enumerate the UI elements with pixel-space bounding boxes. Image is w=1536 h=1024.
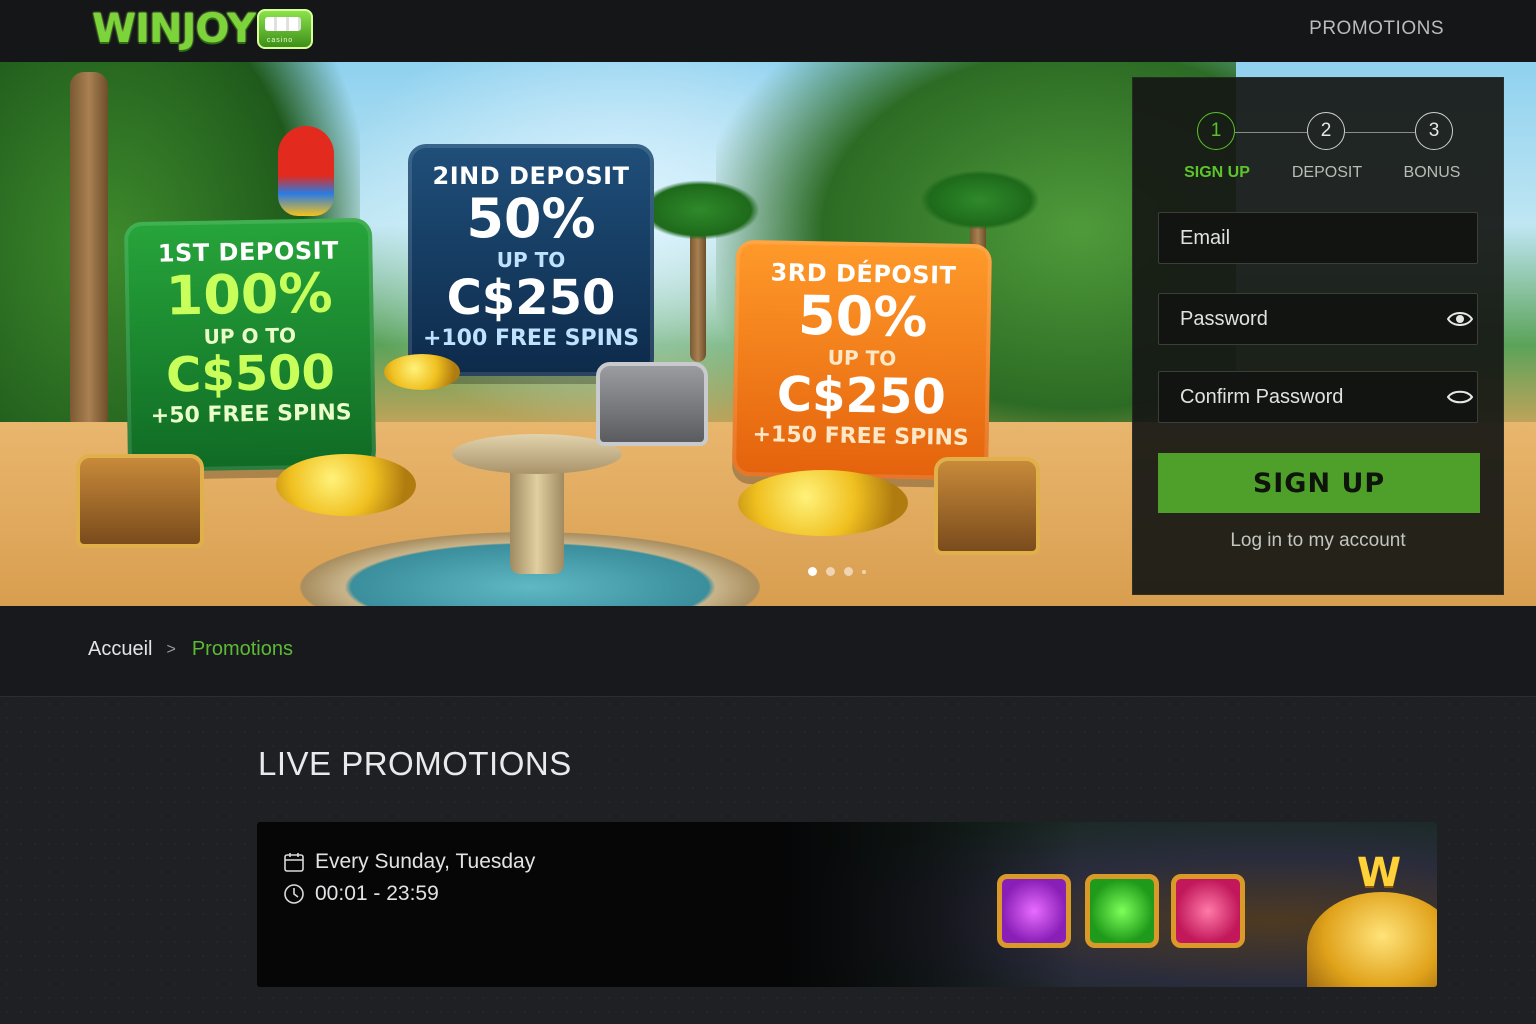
logo-text: WINJOY bbox=[92, 6, 256, 52]
promotion-time-row: 00:01 - 23:59 bbox=[283, 878, 535, 910]
promotion-info: Every Sunday, Tuesday 00:01 - 23:59 bbox=[283, 846, 535, 910]
green-gem-icon bbox=[1085, 874, 1159, 948]
eye-closed-icon-svg bbox=[1447, 390, 1473, 404]
step-3-circle: 3 bbox=[1415, 112, 1453, 150]
promotion-days-row: Every Sunday, Tuesday bbox=[283, 846, 535, 878]
breadcrumb: Accueil > Promotions bbox=[88, 638, 293, 661]
card-percent: 100% bbox=[165, 261, 334, 328]
breadcrumb-home-link[interactable]: Accueil bbox=[88, 638, 152, 661]
password-input[interactable] bbox=[1159, 293, 1447, 345]
carousel-dot[interactable] bbox=[862, 570, 866, 574]
breadcrumb-separator: > bbox=[166, 640, 176, 658]
treasure-chest-icon bbox=[934, 457, 1040, 555]
palm-leaves bbox=[920, 170, 1040, 230]
slot-machine-icon: casino bbox=[256, 9, 313, 49]
palm-leaves bbox=[640, 180, 760, 240]
gold-coins-pile bbox=[276, 454, 416, 516]
section-title: LIVE PROMOTIONS bbox=[258, 745, 572, 782]
email-input[interactable] bbox=[1159, 212, 1477, 264]
step-connector bbox=[1235, 132, 1307, 133]
pink-gem-icon bbox=[1171, 874, 1245, 948]
eye-icon[interactable] bbox=[1447, 305, 1473, 333]
breadcrumb-current: Promotions bbox=[191, 638, 293, 660]
carousel-dots bbox=[808, 567, 866, 576]
step-2-label: DEPOSIT bbox=[1291, 164, 1363, 181]
signup-panel: 1 2 3 SIGN UP DEPOSIT BONUS SIGN UP Log … bbox=[1132, 77, 1504, 595]
calendar-icon bbox=[284, 853, 304, 872]
sign-up-button[interactable]: SIGN UP bbox=[1158, 453, 1480, 513]
carousel-dot[interactable] bbox=[826, 567, 835, 576]
step-1-label: SIGN UP bbox=[1184, 164, 1250, 181]
confirm-password-field-wrapper bbox=[1158, 371, 1478, 423]
gold-coins-pile bbox=[384, 354, 460, 390]
eye-closed-icon[interactable] bbox=[1447, 383, 1473, 411]
carousel-dot[interactable] bbox=[844, 567, 853, 576]
parrot-illustration bbox=[278, 126, 334, 216]
signup-steps: 1 2 3 SIGN UP DEPOSIT BONUS bbox=[1133, 110, 1503, 190]
step-1-circle: 1 bbox=[1197, 112, 1235, 150]
card-percent: 50% bbox=[466, 187, 596, 250]
logo-subtitle: casino bbox=[266, 37, 294, 44]
top-header: WINJOY casino PROMOTIONS bbox=[0, 0, 1536, 62]
card-amount: C$500 bbox=[165, 344, 336, 404]
clock-icon bbox=[284, 884, 304, 904]
promotion-time: 00:01 - 23:59 bbox=[315, 882, 439, 905]
palm-trunk bbox=[70, 72, 108, 432]
gold-coins-pile bbox=[738, 470, 908, 536]
deposit-card-2: 2IND DEPOSIT 50% UP TO C$250 +100 FREE S… bbox=[408, 144, 654, 376]
step-2-circle: 2 bbox=[1307, 112, 1345, 150]
card-amount: C$250 bbox=[776, 366, 947, 426]
live-promotions-section: LIVE PROMOTIONS W Every Sunday, Tuesday bbox=[0, 697, 1536, 1024]
card-percent: 50% bbox=[797, 283, 928, 350]
deposit-card-3: 3RD DÉPOSIT 50% UP TO C$250 +150 FREE SP… bbox=[731, 239, 993, 481]
treasure-chest-icon bbox=[76, 454, 204, 548]
card-free-spins: +50 FREE SPINS bbox=[150, 400, 352, 429]
email-field-wrapper bbox=[1158, 212, 1478, 264]
password-field-wrapper bbox=[1158, 293, 1478, 345]
carousel-dot[interactable] bbox=[808, 567, 817, 576]
nav-promotions-link[interactable]: PROMOTIONS bbox=[1309, 18, 1444, 40]
card-amount: C$250 bbox=[446, 270, 616, 326]
breadcrumb-bar: Accueil > Promotions bbox=[0, 606, 1536, 697]
card-upto: UP TO bbox=[496, 248, 566, 272]
confirm-password-input[interactable] bbox=[1159, 371, 1447, 423]
step-connector bbox=[1345, 132, 1415, 133]
gold-treasure-icon bbox=[1307, 892, 1437, 987]
login-link[interactable]: Log in to my account bbox=[1133, 530, 1503, 552]
purple-gem-icon bbox=[997, 874, 1071, 948]
card-free-spins: +150 FREE SPINS bbox=[752, 422, 969, 451]
card-heading: 2IND DEPOSIT bbox=[432, 162, 630, 190]
winjoy-w-icon: W bbox=[1357, 850, 1402, 896]
winjoy-logo[interactable]: WINJOY casino bbox=[92, 6, 313, 52]
deposit-card-1: 1ST DEPOSIT 100% UP O TO C$500 +50 FREE … bbox=[123, 217, 377, 473]
silver-chest-icon bbox=[596, 362, 708, 446]
eye-icon-svg bbox=[1447, 312, 1473, 326]
step-3-label: BONUS bbox=[1403, 164, 1461, 181]
promotion-days: Every Sunday, Tuesday bbox=[315, 850, 536, 873]
promotion-artwork: W bbox=[787, 822, 1437, 987]
card-free-spins: +100 FREE SPINS bbox=[422, 326, 640, 351]
promotion-card[interactable]: W Every Sunday, Tuesday 00:01 - 23:59 bbox=[257, 822, 1437, 987]
fountain-stem bbox=[510, 464, 564, 574]
